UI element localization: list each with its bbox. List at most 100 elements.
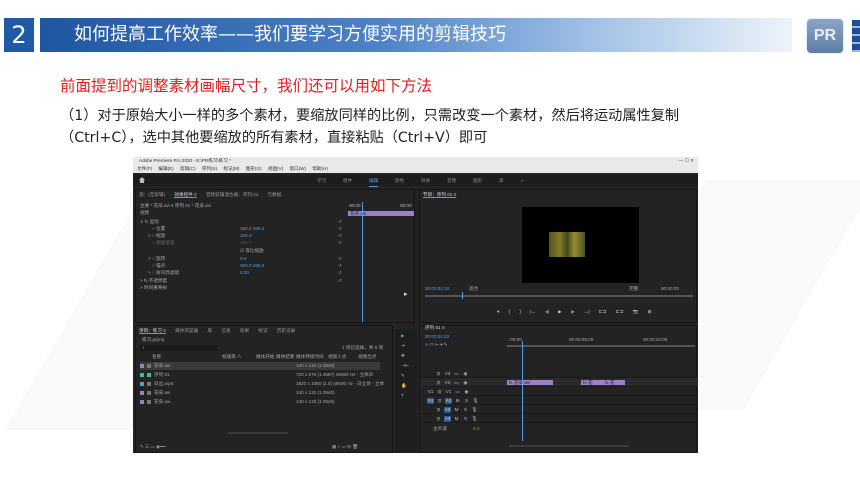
reset-icon[interactable]: ↺: [338, 256, 342, 262]
tab-history[interactable]: 历史记录: [277, 328, 295, 333]
column-video-in[interactable]: 视频入点: [328, 354, 346, 360]
menu-file[interactable]: 文件(F): [137, 166, 152, 171]
prop-anchor-value[interactable]: 360.0 288.0: [240, 263, 264, 269]
program-playhead[interactable]: [462, 292, 463, 299]
project-actions-icons[interactable]: ▦ ⌕ ▭ ⊟ 🗑: [332, 444, 358, 450]
workspace-audio[interactable]: 音频: [447, 175, 456, 186]
workspace-learn[interactable]: 学习: [317, 175, 326, 186]
tab-info[interactable]: 信息: [221, 328, 230, 333]
prop-motion[interactable]: ∨ fx 运动: [140, 219, 159, 225]
play-button[interactable]: ▶: [558, 309, 562, 314]
tab-effect-controls[interactable]: 效果控件 ≡: [174, 192, 197, 198]
menu-edit[interactable]: 编辑(E): [158, 166, 173, 171]
selection-tool-icon[interactable]: ▶: [401, 333, 405, 339]
uniform-scale-checkbox[interactable]: ☑ 等比缩放: [240, 248, 264, 254]
column-media-start[interactable]: 媒体开始: [256, 354, 274, 360]
timeline-playhead[interactable]: [522, 341, 523, 441]
reset-icon[interactable]: ↺: [338, 226, 342, 232]
prop-scale[interactable]: > ○ 缩放: [148, 233, 165, 239]
tab-sequence[interactable]: 序列 01 ≡: [425, 325, 445, 331]
prop-anchor[interactable]: ○ 锚点: [152, 263, 165, 269]
timeline-clip[interactable]: fx 花朵.avi: [507, 380, 553, 385]
reset-icon[interactable]: ↺: [338, 263, 342, 269]
hand-tool-icon[interactable]: ✋: [401, 383, 407, 389]
track-select-tool-icon[interactable]: ⇥: [401, 343, 405, 349]
workspace-more[interactable]: »: [521, 175, 524, 186]
marker-button[interactable]: ▾: [497, 309, 499, 314]
step-back-button[interactable]: ◂|: [545, 309, 549, 314]
program-scrubber[interactable]: [425, 295, 693, 297]
menu-markers[interactable]: 标记(M): [223, 166, 239, 171]
menu-window[interactable]: 窗口(W): [289, 166, 306, 171]
workspace-libraries[interactable]: 库: [499, 175, 504, 186]
project-item[interactable]: 日出.mp4 1920 x 1080 (1.0) 48000 Hz - 日立体 …: [140, 380, 384, 388]
workspace-color[interactable]: 颜色: [395, 175, 404, 186]
tab-effects[interactable]: 效果: [240, 328, 249, 333]
reset-icon[interactable]: ↺: [338, 240, 342, 246]
ec-clip-bar[interactable]: 花朵.avi: [348, 211, 414, 216]
tab-audio-mixer[interactable]: 音频剪辑混合器：序列 01: [206, 192, 258, 197]
timeline-clip[interactable]: fx 花朵.avi: [581, 380, 603, 390]
lift-button[interactable]: ⊏⊐: [599, 309, 607, 314]
prop-opacity[interactable]: > fx 不透明度: [140, 278, 167, 284]
workspace-editing[interactable]: 编辑: [369, 175, 379, 187]
prop-position-value[interactable]: 360.0 288.0: [240, 226, 264, 232]
clip-selector[interactable]: 主要 * 花朵.avi ▾ 序列 01 * 花朵.avi: [140, 203, 211, 209]
compare-view-icon[interactable]: ⊞: [648, 309, 652, 314]
prop-anti-flicker-value[interactable]: 0.00: [240, 270, 249, 276]
menu-clip[interactable]: 剪辑(C): [180, 166, 196, 171]
tab-libraries[interactable]: 库: [207, 328, 212, 333]
slip-tool-icon[interactable]: ⊣⊢: [401, 363, 409, 369]
timeline-toolbar-icons[interactable]: ⊹ ⊓ ⊢ ▾ ✎: [425, 342, 448, 348]
goto-in-button[interactable]: |←: [530, 309, 536, 314]
pen-tool-icon[interactable]: ✎: [401, 373, 405, 379]
extract-button[interactable]: ⊏⊐: [616, 309, 624, 314]
export-frame-icon[interactable]: 📷: [633, 309, 639, 314]
step-forward-button[interactable]: |▸: [571, 309, 575, 314]
reset-icon[interactable]: ↺: [338, 233, 342, 239]
project-item[interactable]: 花朵.avi 140 x 132 (1.0940): [140, 389, 380, 397]
project-item[interactable]: 花朵.avi 140 x 132 (1.0940): [140, 398, 380, 406]
prop-scale-value[interactable]: 100.0: [240, 233, 252, 239]
goto-out-button[interactable]: →|: [584, 309, 590, 314]
project-footer-icons[interactable]: ✎ ☰ ▭ ◉━━: [140, 444, 166, 450]
home-icon[interactable]: [139, 177, 145, 183]
type-tool-icon[interactable]: T: [401, 393, 404, 398]
reset-icon[interactable]: ↺: [338, 219, 342, 225]
project-item[interactable]: 花朵.avi 140 x 132 (1.0940): [140, 362, 380, 370]
prop-time-remap[interactable]: > 时间重映射: [140, 285, 167, 291]
column-duration[interactable]: 媒体持续时间: [296, 354, 324, 360]
timeline-ruler[interactable]: [507, 345, 695, 347]
project-scrollbar[interactable]: [228, 432, 288, 434]
column-name[interactable]: 名称: [152, 354, 161, 360]
reset-icon[interactable]: ↺: [338, 270, 342, 276]
menu-sequence[interactable]: 序列(S): [202, 166, 217, 171]
workspace-effects[interactable]: 效果: [421, 175, 430, 186]
project-item[interactable]: 序列 01 720 x 576 (1.4587) 48000 Hz - 立体声: [140, 371, 380, 379]
column-media-end[interactable]: 媒体结束: [276, 354, 294, 360]
tab-program[interactable]: 节目：序列 01 ≡: [423, 192, 457, 198]
prop-rotation-value[interactable]: 0.0: [240, 256, 246, 262]
tab-media-browser[interactable]: 媒体浏览器: [175, 328, 198, 333]
tab-metadata[interactable]: 元数据: [268, 192, 282, 197]
ec-playhead[interactable]: [362, 202, 363, 322]
mark-in-button[interactable]: {: [509, 309, 511, 314]
workspace-assembly[interactable]: 组件: [343, 175, 352, 186]
prop-position[interactable]: ○ 位置: [152, 226, 165, 232]
column-fps[interactable]: 帧速率 ∧: [222, 354, 242, 360]
quality-dropdown[interactable]: 完整: [629, 286, 638, 292]
window-controls[interactable]: — ☐ ✕: [679, 157, 694, 165]
timeline-scrollbar[interactable]: [509, 445, 629, 447]
timeline-clip[interactable]: fx 花朵.avi: [603, 380, 625, 390]
fit-dropdown[interactable]: 适合: [469, 286, 478, 292]
workspace-graphics[interactable]: 图形: [473, 175, 482, 186]
reset-icon[interactable]: ↺: [338, 278, 342, 284]
mark-out-button[interactable]: }: [519, 309, 521, 314]
menu-view[interactable]: 视图(V): [268, 166, 283, 171]
menu-help[interactable]: 帮助(H): [312, 166, 328, 171]
tab-markers[interactable]: 标记: [258, 328, 267, 333]
prop-rotation[interactable]: > ○ 旋转: [148, 256, 165, 262]
project-search-input[interactable]: ⌕: [140, 345, 218, 351]
tab-source[interactable]: 源：(无剪辑): [139, 192, 165, 197]
master-volume-value[interactable]: 0.0: [473, 426, 479, 432]
